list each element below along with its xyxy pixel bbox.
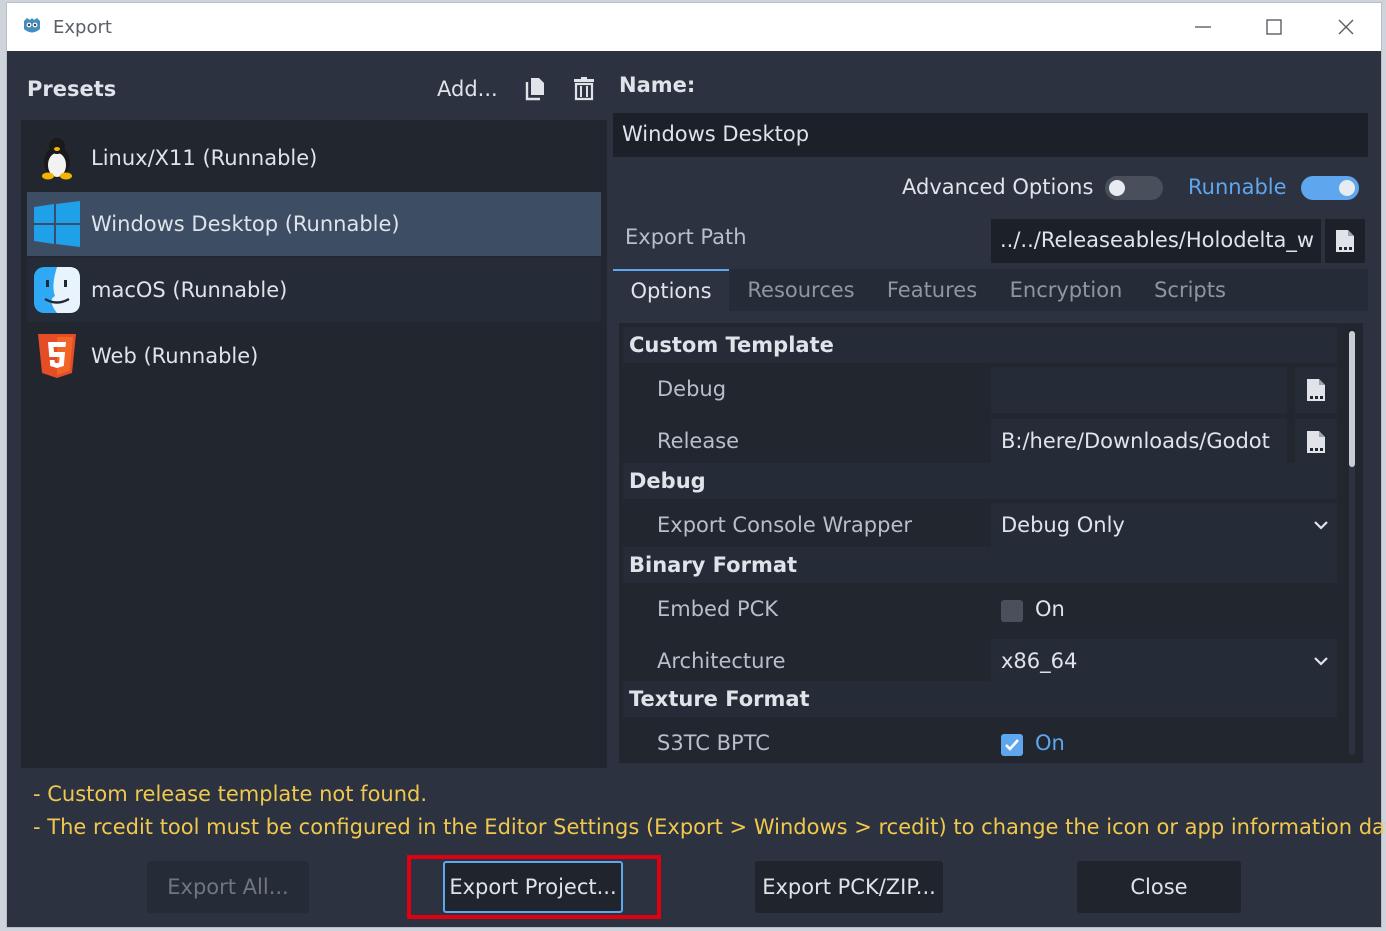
runnable-label: Runnable xyxy=(1188,175,1287,199)
option-label: Debug xyxy=(657,377,727,401)
preset-item-web[interactable]: Web (Runnable) xyxy=(27,324,601,388)
title-bar: Export xyxy=(7,3,1381,51)
console-wrapper-value: Debug Only xyxy=(1001,513,1125,537)
window-title: Export xyxy=(53,17,112,38)
warning-message: - Custom release template not found. xyxy=(33,782,428,806)
preset-item-windows[interactable]: Windows Desktop (Runnable) xyxy=(27,192,601,256)
section-texture-format[interactable]: Texture Format xyxy=(623,681,1337,717)
section-debug[interactable]: Debug xyxy=(623,463,1337,499)
name-label: Name: xyxy=(619,73,696,97)
embed-pck-value: On xyxy=(1035,597,1065,621)
preset-name-input[interactable]: Windows Desktop xyxy=(613,113,1368,157)
macos-finder-icon xyxy=(34,267,80,313)
minimize-icon xyxy=(1195,26,1211,28)
advanced-options-label: Advanced Options xyxy=(902,175,1094,199)
option-row-embed-pck: Embed PCK On xyxy=(623,587,1337,635)
close-button[interactable]: Close xyxy=(1077,861,1241,913)
file-icon xyxy=(1336,230,1354,252)
preset-label: Windows Desktop (Runnable) xyxy=(91,212,400,236)
warning-message: - The rcedit tool must be configured in … xyxy=(33,815,1386,839)
highlight-box xyxy=(407,855,661,919)
option-row-s3tc-bptc: S3TC BPTC On xyxy=(623,721,1337,763)
godot-logo-icon xyxy=(24,18,40,33)
options-inspector: Custom Template Debug Release B:/here/Do… xyxy=(619,323,1363,763)
tab-encryption[interactable]: Encryption xyxy=(1003,269,1129,311)
browse-export-path-button[interactable] xyxy=(1325,219,1365,263)
checkmark-icon xyxy=(1005,739,1019,751)
linux-penguin-icon xyxy=(42,138,72,180)
preset-item-macos[interactable]: macOS (Runnable) xyxy=(27,258,601,322)
preset-name-value: Windows Desktop xyxy=(622,122,810,146)
tab-scripts[interactable]: Scripts xyxy=(1147,269,1233,311)
runnable-toggle[interactable] xyxy=(1301,176,1359,200)
option-label: Architecture xyxy=(657,649,786,673)
architecture-value: x86_64 xyxy=(1001,649,1078,673)
s3tc-bptc-checkbox[interactable] xyxy=(1001,734,1023,756)
options-tab-bar: Options Resources Features Encryption Sc… xyxy=(613,269,1368,311)
advanced-options-toggle[interactable] xyxy=(1105,176,1163,200)
chevron-down-icon xyxy=(1314,657,1328,666)
export-path-label: Export Path xyxy=(625,225,747,249)
option-row-architecture: Architecture x86_64 xyxy=(623,639,1337,687)
option-row-console-wrapper: Export Console Wrapper Debug Only xyxy=(623,503,1337,551)
presets-list: Linux/X11 (Runnable) Windows Desktop (Ru… xyxy=(21,120,607,768)
release-template-input[interactable]: B:/here/Downloads/Godot xyxy=(991,419,1287,465)
option-row-debug-template: Debug xyxy=(623,367,1337,415)
option-label: Release xyxy=(657,429,740,453)
file-icon xyxy=(1307,379,1325,401)
options-scrollbar[interactable] xyxy=(1349,331,1355,755)
option-row-release-template: Release B:/here/Downloads/Godot xyxy=(623,419,1337,467)
export-all-button[interactable]: Export All... xyxy=(147,861,309,913)
option-label: Export Console Wrapper xyxy=(657,513,912,537)
add-preset-button[interactable]: Add... xyxy=(437,77,498,101)
minimize-button[interactable] xyxy=(1185,9,1221,45)
export-dialog: Export Presets Add... Linux/X11 (Runnabl… xyxy=(6,2,1386,928)
export-path-input[interactable]: ../../Releaseables/Holodelta_w xyxy=(991,219,1321,263)
preset-item-linux[interactable]: Linux/X11 (Runnable) xyxy=(27,126,601,190)
maximize-button[interactable] xyxy=(1256,9,1292,45)
browse-debug-template-button[interactable] xyxy=(1295,367,1337,413)
debug-template-input[interactable] xyxy=(991,367,1287,413)
console-wrapper-select[interactable]: Debug Only xyxy=(991,503,1337,549)
section-binary-format[interactable]: Binary Format xyxy=(623,547,1337,583)
delete-preset-icon[interactable] xyxy=(573,77,595,101)
duplicate-preset-icon[interactable] xyxy=(525,77,547,101)
architecture-select[interactable]: x86_64 xyxy=(991,639,1337,685)
tab-resources[interactable]: Resources xyxy=(739,269,863,311)
export-path-value: ../../Releaseables/Holodelta_w xyxy=(1000,228,1315,252)
browse-release-template-button[interactable] xyxy=(1295,419,1337,465)
presets-heading: Presets xyxy=(27,77,117,101)
option-label: S3TC BPTC xyxy=(657,731,770,755)
preset-label: Web (Runnable) xyxy=(91,344,259,368)
close-window-button[interactable] xyxy=(1328,9,1364,45)
preset-label: macOS (Runnable) xyxy=(91,278,288,302)
tab-options[interactable]: Options xyxy=(613,269,729,311)
file-icon xyxy=(1307,431,1325,453)
html5-icon xyxy=(38,334,76,378)
section-custom-template[interactable]: Custom Template xyxy=(623,327,1337,363)
tab-features[interactable]: Features xyxy=(877,269,987,311)
scrollbar-thumb[interactable] xyxy=(1349,331,1355,467)
windows-logo-icon xyxy=(34,201,80,247)
embed-pck-checkbox[interactable] xyxy=(1001,600,1023,622)
s3tc-bptc-value: On xyxy=(1035,731,1065,755)
maximize-icon xyxy=(1266,19,1282,35)
dialog-body: Presets Add... Linux/X11 (Runnable) Wind… xyxy=(7,51,1386,927)
option-label: Embed PCK xyxy=(657,597,779,621)
close-icon xyxy=(1338,19,1354,35)
preset-label: Linux/X11 (Runnable) xyxy=(91,146,318,170)
chevron-down-icon xyxy=(1314,521,1328,530)
export-pck-zip-button[interactable]: Export PCK/ZIP... xyxy=(755,861,943,913)
